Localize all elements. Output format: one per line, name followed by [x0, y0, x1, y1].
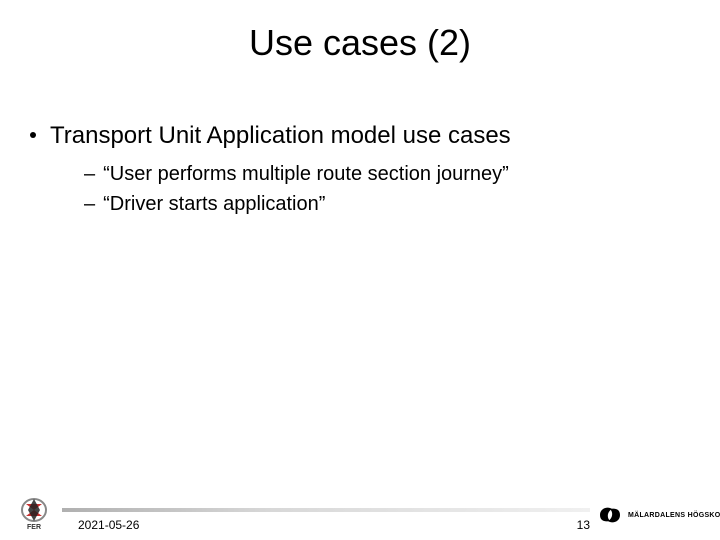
mdh-logo-icon — [596, 503, 624, 527]
page-number: 13 — [577, 518, 590, 532]
svg-text:FER: FER — [27, 524, 41, 530]
slide-title: Use cases (2) — [0, 22, 720, 64]
bullet-marker-icon — [30, 132, 36, 138]
dash-marker-icon: – — [84, 161, 95, 187]
footer-divider — [62, 508, 590, 512]
slide: Use cases (2) Transport Unit Application… — [0, 0, 720, 540]
sub-bullet-text: “User performs multiple route section jo… — [103, 161, 509, 187]
mdh-logo-text: MÄLARDALENS HÖGSKOLA — [628, 512, 720, 519]
bullet-item: Transport Unit Application model use cas… — [30, 120, 690, 151]
bullet-text: Transport Unit Application model use cas… — [50, 120, 511, 151]
sub-bullet-item: – “Driver starts application” — [84, 191, 690, 217]
sub-bullet-item: – “User performs multiple route section … — [84, 161, 690, 187]
sub-bullet-list: – “User performs multiple route section … — [84, 161, 690, 217]
slide-content: Transport Unit Application model use cas… — [30, 120, 690, 221]
slide-footer: FER 2021-05-26 13 MÄLARDALENS HÖGSKOLA — [0, 486, 720, 540]
footer-date: 2021-05-26 — [78, 518, 139, 532]
dash-marker-icon: – — [84, 191, 95, 217]
mdh-logo: MÄLARDALENS HÖGSKOLA — [596, 500, 708, 530]
sub-bullet-text: “Driver starts application” — [103, 191, 325, 217]
fer-logo-icon: FER — [14, 496, 54, 530]
